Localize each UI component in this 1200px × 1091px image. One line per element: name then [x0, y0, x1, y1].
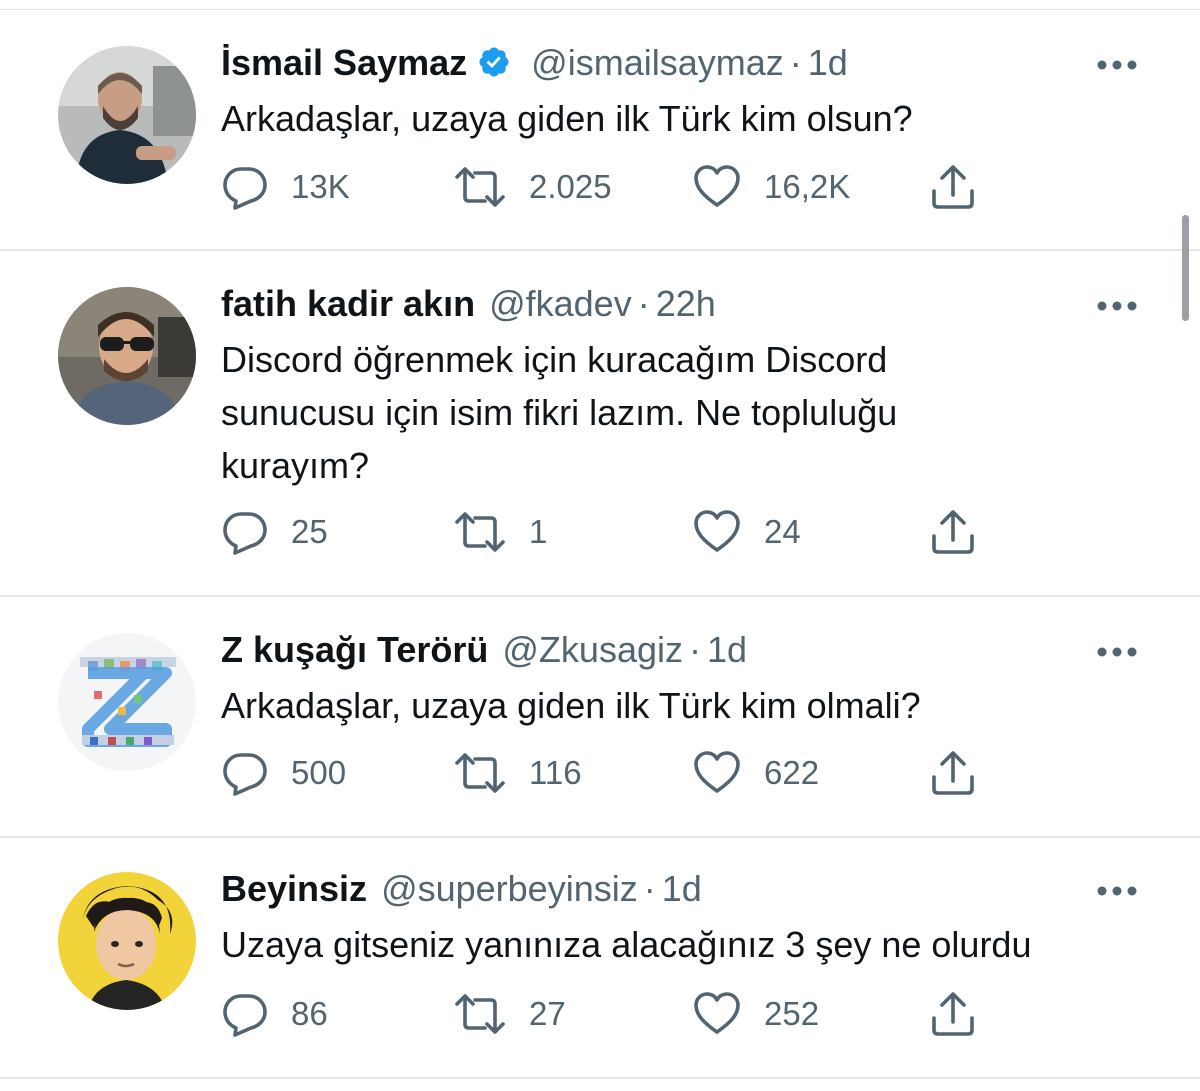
more-icon[interactable]: [1096, 884, 1138, 896]
tweet-text-line: sunucusu için isim fikri lazım. Ne toplu…: [221, 392, 898, 433]
like-count: 252: [764, 995, 820, 1032]
author-handle[interactable]: @Zkusagiz: [502, 629, 683, 670]
reply-count: 13K: [291, 168, 350, 205]
like-button[interactable]: 16,2K: [692, 163, 850, 211]
like-icon: [694, 510, 740, 552]
separator: ·: [789, 42, 802, 83]
tweet-text: Uzaya gitseniz yanınıza alacağınız 3 şey…: [221, 918, 1121, 971]
tweet[interactable]: İsmail Saymaz @ismailsaymaz · 1d Arkadaşlar…: [0, 10, 1200, 251]
like-count: 24: [764, 513, 801, 550]
share-button[interactable]: [929, 749, 977, 797]
retweet-icon: [455, 994, 505, 1034]
avatar[interactable]: [58, 287, 196, 425]
tweet-actions: 25 1 24: [221, 508, 1001, 556]
tweet[interactable]: Beyinsiz @superbeyinsiz · 1d Uzaya gitseniz…: [0, 838, 1200, 1079]
author-handle[interactable]: @fkadev: [489, 283, 632, 324]
tweet-text-line: Arkadaşlar, uzaya giden ilk Türk kim olm…: [221, 685, 921, 726]
timestamp[interactable]: 1d: [662, 868, 702, 909]
reply-button[interactable]: 13K: [221, 163, 350, 211]
more-icon[interactable]: [1096, 58, 1138, 70]
tweet-header: fatih kadir akın @fkadev · 22h: [221, 284, 716, 324]
retweet-button[interactable]: 2.025: [453, 163, 612, 211]
reply-button[interactable]: 500: [221, 749, 346, 797]
share-button[interactable]: [929, 163, 977, 211]
retweet-count: 27: [529, 995, 566, 1032]
tweet-text: Discord öğrenmek için kuracağım Discord …: [221, 333, 1121, 492]
scrollbar[interactable]: [1182, 215, 1189, 321]
reply-button[interactable]: 86: [221, 990, 328, 1038]
author-name[interactable]: Z kuşağı Terörü: [221, 629, 488, 670]
share-button[interactable]: [929, 990, 977, 1038]
retweet-icon: [455, 753, 505, 793]
timestamp[interactable]: 1d: [707, 629, 747, 670]
tweet-header: Z kuşağı Terörü @Zkusagiz · 1d: [221, 630, 747, 670]
author-handle[interactable]: @superbeyinsiz: [381, 868, 638, 909]
retweet-button[interactable]: 116: [453, 749, 582, 797]
avatar[interactable]: [58, 46, 196, 184]
verified-badge-icon: [477, 45, 511, 87]
reply-button[interactable]: 25: [221, 508, 328, 556]
tweet-text-line: Uzaya gitseniz yanınıza alacağınız 3 şey…: [221, 924, 1032, 965]
avatar[interactable]: [58, 872, 196, 1010]
separator: ·: [637, 283, 650, 324]
retweet-button[interactable]: 27: [453, 990, 566, 1038]
author-handle[interactable]: @ismailsaymaz: [531, 42, 784, 83]
share-icon: [932, 992, 974, 1036]
tweet[interactable]: fatih kadir akın @fkadev · 22h Discord öğre…: [0, 251, 1200, 597]
retweet-icon: [455, 167, 505, 207]
reply-count: 500: [291, 754, 347, 791]
retweet-button[interactable]: 1: [453, 508, 547, 556]
like-button[interactable]: 622: [692, 749, 819, 797]
tweet-actions: 13K 2.025 16,2K: [221, 163, 1001, 211]
reply-icon: [223, 512, 267, 555]
timestamp[interactable]: 1d: [808, 42, 848, 83]
more-icon[interactable]: [1096, 645, 1138, 657]
like-icon: [694, 751, 740, 793]
reply-count: 25: [291, 513, 328, 550]
like-button[interactable]: 24: [692, 508, 801, 556]
tweet-actions: 86 27 252: [221, 990, 1001, 1038]
share-button[interactable]: [929, 508, 977, 556]
share-icon: [932, 165, 974, 209]
reply-icon: [223, 994, 267, 1037]
retweet-count: 1: [529, 513, 548, 550]
like-count: 16,2K: [764, 168, 851, 205]
reply-count: 86: [291, 995, 328, 1032]
author-name[interactable]: fatih kadir akın: [221, 283, 475, 324]
tweet[interactable]: Z kuşağı Terörü @Zkusagiz · 1d Arkadaşlar, …: [0, 597, 1200, 838]
like-count: 622: [764, 754, 820, 791]
reply-icon: [223, 167, 267, 210]
separator: ·: [689, 629, 701, 670]
avatar[interactable]: [58, 633, 196, 771]
share-icon: [932, 510, 974, 554]
tweet-actions: 500 116 622: [221, 749, 1001, 797]
tweet-header: İsmail Saymaz @ismailsaymaz · 1d: [221, 43, 848, 87]
tweet-header: Beyinsiz @superbeyinsiz · 1d: [221, 869, 702, 909]
retweet-count: 116: [529, 754, 582, 791]
separator: ·: [643, 868, 656, 909]
more-icon[interactable]: [1096, 299, 1138, 311]
retweet-icon: [455, 512, 505, 552]
tweet-text: Arkadaşlar, uzaya giden ilk Türk kim olm…: [221, 679, 1121, 732]
timestamp[interactable]: 22h: [656, 283, 716, 324]
author-name[interactable]: Beyinsiz: [221, 868, 367, 909]
tweet-text-line: Arkadaşlar, uzaya giden ilk Türk kim ols…: [221, 98, 913, 139]
retweet-count: 2.025: [529, 168, 612, 205]
like-icon: [694, 165, 740, 207]
share-icon: [932, 751, 974, 795]
like-icon: [694, 992, 740, 1034]
tweet-text-line: kurayım?: [221, 445, 370, 486]
author-name[interactable]: İsmail Saymaz: [221, 42, 467, 83]
reply-icon: [223, 753, 267, 796]
tweet-text-line: Discord öğrenmek için kuracağım Discord: [221, 339, 888, 380]
tweet-text: Arkadaşlar, uzaya giden ilk Türk kim ols…: [221, 92, 1121, 145]
like-button[interactable]: 252: [692, 990, 819, 1038]
